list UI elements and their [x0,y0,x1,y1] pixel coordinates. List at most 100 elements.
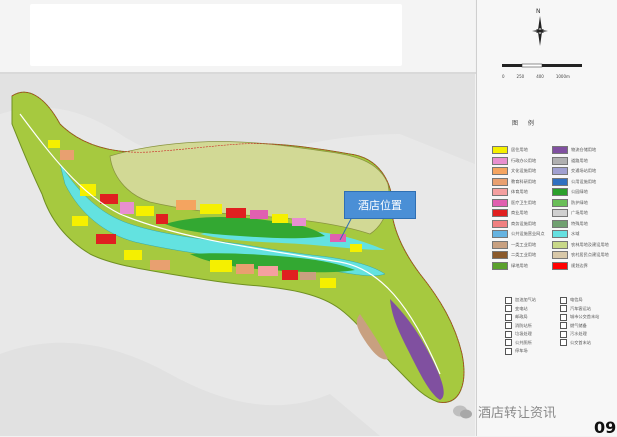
legend-item: 农林用地及建设用地 [552,240,609,249]
facility-legend-item: 污水处理 [560,330,587,338]
legend-label: 道路用地 [571,157,588,163]
legend-label: 教育科研用地 [511,178,537,184]
facility-legend-item: 加油加气站 [505,296,536,304]
facility-symbol-icon [560,330,567,338]
legend-swatch [552,198,568,207]
legend-label: 居住用地 [511,147,528,152]
facility-legend-item: 燃气储备 [560,322,587,330]
legend-item: 体育用地 [492,188,528,196]
facility-legend-item: 停车场 [505,347,528,355]
facility-label: 垃圾处理 [515,331,532,336]
facility-label: 加油加气站 [515,297,536,302]
legend-item: 公用设施用地 [552,177,596,186]
facility-legend-item: 电信局 [560,296,583,304]
legend-swatch [492,219,508,228]
compass-icon [532,16,548,46]
facility-label: 燃气储备 [570,322,587,328]
scale-label-3: 1000m [555,74,570,79]
legend-swatch [492,188,508,196]
facility-label: 汽车客运站 [570,305,591,311]
legend-label: 行政办公用地 [511,157,537,163]
legend-label: 物流仓储用地 [571,147,597,152]
legend-swatch [492,167,508,175]
legend-swatch [552,251,568,259]
legend-item: 公共设施营业网点 [492,230,545,238]
land-use-map [0,74,475,436]
facility-symbol-icon [560,313,567,321]
facility-label: 城市公交首末站 [570,314,600,319]
legend-item: 公园绿地 [552,188,588,196]
facility-label: 污水处理 [570,331,587,336]
legend-label: 防护绿地 [571,199,588,205]
legend-item: 二类工业用地 [492,251,536,259]
map-svg [0,74,475,436]
facility-symbol-icon [505,322,512,329]
legend-item: 交通场站用地 [552,167,596,175]
legend-item: 教育科研用地 [492,177,537,186]
facility-symbol-icon [505,339,512,346]
legend-item: 一类工业用地 [492,240,537,249]
legend-label: 公园绿地 [571,189,588,194]
legend-label: 交通场站用地 [571,168,597,173]
facility-label: 电信局 [570,297,583,302]
legend-swatch [552,188,568,196]
legend-swatch [492,177,508,186]
legend-item: 绿地用地 [492,261,528,270]
legend-swatch [492,146,508,154]
legend-swatch [492,198,508,207]
legend-item: 广场用地 [552,209,588,217]
legend-label: 特殊用地 [571,220,588,226]
facility-symbol-icon [560,296,567,304]
legend-label: 一类工业用地 [511,241,537,247]
legend-label: 农村居民点建设用地 [571,252,609,257]
legend-swatch [492,156,508,165]
legend-label: 农林用地及建设用地 [571,241,609,247]
legend-item: 医疗卫生用地 [492,198,536,207]
legend-item: 防护绿地 [552,198,588,207]
legend-label: 广场用地 [571,210,588,215]
legend-item: 商务设施用地 [492,219,537,228]
legend-label: 水域 [571,231,580,236]
legend-item: 居住用地 [492,146,528,154]
legend-label: 商务设施用地 [511,220,537,226]
legend-swatch [552,167,568,175]
legend-title: 图 例 [512,120,538,127]
legend-swatch [492,209,508,217]
facility-legend-item: 邮政局 [505,313,528,321]
legend-item: 特殊用地 [552,219,588,228]
facility-legend-item: 公共厕所 [505,339,532,347]
title-panel [30,4,402,66]
facility-label: 公交首末站 [570,339,591,345]
facility-legend-item: 城市公交首末站 [560,313,599,321]
scale-label-1: 250 [516,74,525,79]
watermark-text: 酒店转让资讯 [478,406,557,421]
top-band [0,0,475,72]
facility-legend-item: 垃圾处理 [505,330,532,338]
legend-swatch [492,251,508,259]
legend-swatch [552,240,568,249]
legend-swatch [492,261,508,270]
legend-swatch [552,177,568,186]
legend-item: 规划边界 [552,261,588,270]
facility-legend-item: 消防站所 [505,322,532,330]
legend-label: 文化设施用地 [511,168,537,173]
legend-swatch [552,146,568,154]
legend-swatch [552,156,568,165]
legend-swatch [552,230,568,238]
facility-symbol-icon [505,330,512,338]
legend-label: 体育用地 [511,189,528,194]
facility-symbol-icon [505,313,512,321]
facility-label: 公共厕所 [515,339,532,345]
legend-item: 物流仓储用地 [552,146,596,154]
facility-symbol-icon [560,322,567,329]
legend-label: 二类工业用地 [511,252,537,257]
legend-item: 道路用地 [552,156,588,165]
facility-label: 消防站所 [515,322,532,328]
legend-item: 文化设施用地 [492,167,536,175]
scale-bar: 0 250 400 1000m [502,57,592,79]
facility-legend-item: 汽车客运站 [560,305,591,313]
facility-label: 邮政局 [515,314,528,319]
watermark: 酒店转让资讯 [452,402,556,421]
legend-swatch [552,219,568,228]
legend-item: 行政办公用地 [492,156,537,165]
